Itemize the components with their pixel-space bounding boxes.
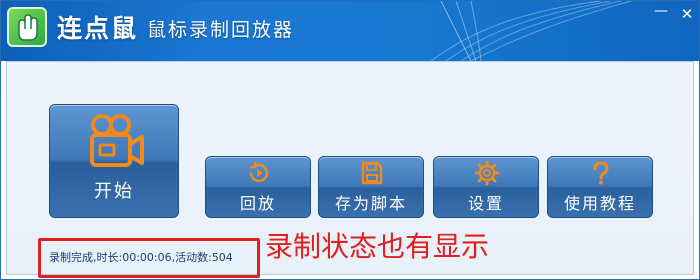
close-button[interactable]: ✕ bbox=[677, 4, 697, 24]
replay-icon bbox=[249, 162, 269, 183]
tutorial-button[interactable]: 使用教程 bbox=[547, 156, 653, 218]
settings-button[interactable]: 设置 bbox=[433, 156, 539, 218]
save-script-button[interactable]: 存为脚本 bbox=[318, 156, 424, 218]
video-camera-icon bbox=[90, 114, 144, 167]
minimize-button[interactable]: — bbox=[651, 4, 671, 24]
tutorial-button-label: 使用教程 bbox=[563, 194, 636, 213]
settings-button-label: 设置 bbox=[467, 194, 504, 213]
help-icon bbox=[593, 161, 609, 185]
start-button[interactable]: 开始 bbox=[49, 104, 179, 218]
app-subtitle: 鼠标录制回放器 bbox=[147, 19, 295, 41]
app-logo-icon bbox=[7, 7, 47, 47]
status-text: 录制完成,时长:00:00:06,活动数:504 bbox=[49, 251, 233, 264]
save-icon bbox=[361, 161, 383, 185]
replay-button-label: 回放 bbox=[239, 194, 276, 213]
save-script-button-label: 存为脚本 bbox=[334, 194, 407, 213]
app-brand-title: 连点鼠 bbox=[57, 14, 139, 43]
replay-button[interactable]: 回放 bbox=[205, 156, 311, 218]
start-button-label: 开始 bbox=[94, 181, 134, 202]
annotation-text: 录制状态也有显示 bbox=[265, 230, 490, 263]
title-bar[interactable]: 连点鼠 鼠标录制回放器 — ✕ bbox=[1, 1, 699, 61]
app-window: 连点鼠 鼠标录制回放器 — ✕ 开始 回放 存为脚本 设置 使用教程 录制完成,… bbox=[0, 0, 700, 280]
gear-icon bbox=[474, 160, 500, 186]
